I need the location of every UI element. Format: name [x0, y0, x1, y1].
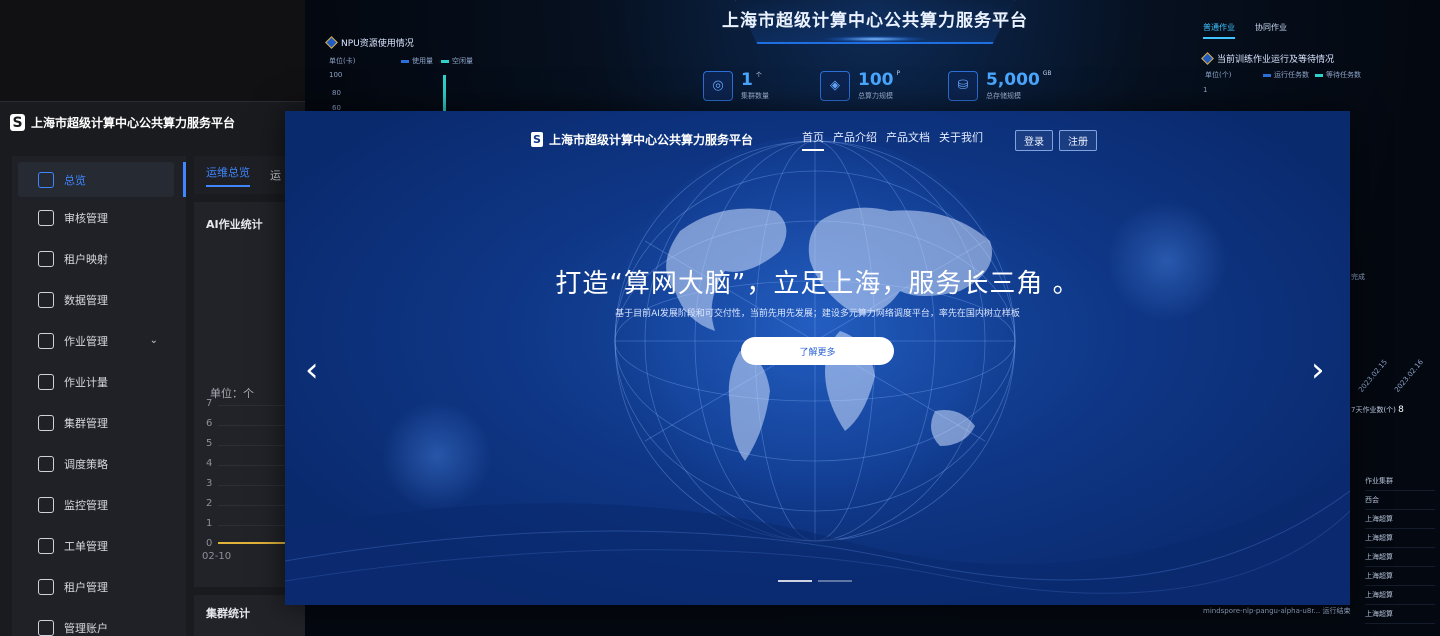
tab-ops-overview[interactable]: 运维总览 — [206, 164, 250, 187]
job-type-tabs: 普通作业 协同作业 — [1203, 22, 1287, 39]
queue-ytick: 1 — [1203, 86, 1208, 94]
dashboard-grid-icon — [38, 171, 54, 188]
queue-unit: 单位(个) — [1205, 71, 1232, 79]
compute-icon: ◈ — [820, 70, 850, 101]
metering-icon — [38, 373, 54, 390]
unit-label: 单位：个 — [210, 387, 254, 400]
sidebar: 总览 审核管理 租户映射 数据管理 作业管理 ⌄ 作业计量 集群管理 调度策略 监… — [12, 156, 186, 636]
diamond-icon — [1201, 52, 1214, 65]
npu-legend-used: 使用量 — [401, 56, 433, 66]
cluster-icon — [38, 414, 54, 431]
sidebar-item-schedule[interactable]: 调度策略 — [12, 443, 186, 484]
x-tick: 02-10 — [202, 551, 232, 562]
sidebar-item-metering[interactable]: 作业计量 — [12, 361, 186, 402]
portal-brand[interactable]: S 上海市超级计算中心公共算力服务平台 — [531, 131, 753, 148]
sidebar-item-cluster[interactable]: 集群管理 — [12, 402, 186, 443]
carousel-next-icon[interactable]: › — [1311, 353, 1329, 387]
carousel-prev-icon[interactable]: ‹ — [305, 353, 323, 387]
portal-nav: S 上海市超级计算中心公共算力服务平台 首页 产品介绍 产品文档 关于我们 登录… — [285, 111, 1350, 161]
card-title: AI作业统计 — [206, 218, 263, 231]
y-tick: 3 — [206, 478, 213, 489]
portal-menu: 首页 产品介绍 产品文档 关于我们 — [802, 129, 983, 151]
hero-subtitle: 基于目前AI发展阶段和可交付性，当前先用先发展；建设多元算力网络调度平台，率先在… — [615, 309, 1020, 319]
kpi-storage: ⛁ 5,000 GB 总存储规模 — [948, 70, 1052, 101]
cluster-column: 作业集群 西会 上海超算 上海超算 上海超算 上海超算 上海超算 上海超算 — [1365, 472, 1435, 624]
admin-console: S 上海市超级计算中心公共算力服务平台 总览 审核管理 租户映射 数据管理 作业… — [0, 101, 308, 636]
hero-headline: 打造“算网大脑”，立足上海，服务长三角 。 — [555, 269, 1080, 299]
sidebar-item-data[interactable]: 数据管理 — [12, 279, 186, 320]
y-tick: 1 — [206, 518, 213, 529]
nav-products[interactable]: 产品介绍 — [833, 129, 877, 151]
tab-normal-jobs[interactable]: 普通作业 — [1203, 22, 1235, 39]
status-fragment: 完成 — [1351, 273, 1365, 281]
ticket-icon — [38, 537, 54, 554]
date-fragment: 2023.02.15 — [1357, 358, 1389, 394]
y-tick: 4 — [206, 458, 213, 469]
sidebar-item-monitor[interactable]: 监控管理 — [12, 484, 186, 525]
sidebar-item-tickets[interactable]: 工单管理 — [12, 525, 186, 566]
card-title: 集群统计 — [206, 607, 250, 620]
tab-next[interactable]: 运 — [270, 167, 281, 183]
carousel-dot[interactable] — [778, 580, 812, 582]
job-icon — [38, 332, 54, 349]
kpi-compute: ◈ 100 P 总算力规模 — [820, 70, 900, 101]
logo-icon: S — [10, 114, 25, 131]
sidebar-item-jobs[interactable]: 作业管理 ⌄ — [12, 320, 186, 361]
y-tick: 7 — [206, 398, 213, 409]
schedule-icon — [38, 455, 54, 472]
register-button[interactable]: 注册 — [1059, 130, 1097, 151]
login-button[interactable]: 登录 — [1015, 130, 1053, 151]
carousel-indicators — [778, 580, 852, 582]
audit-icon — [38, 209, 54, 226]
npu-panel-title: NPU资源使用情况 — [325, 36, 414, 49]
y-tick: 6 — [206, 418, 213, 429]
nav-home[interactable]: 首页 — [802, 129, 824, 151]
npu-legend-free: 空闲量 — [441, 56, 473, 66]
admin-brand: S 上海市超级计算中心公共算力服务平台 — [10, 114, 235, 131]
weekly-jobs-label: 7天作业数(个) 8 — [1351, 405, 1404, 415]
screen: 上海市超级计算中心公共算力服务平台 NPU资源使用情况 单位(卡) 使用量 空闲… — [0, 0, 1440, 636]
sidebar-item-audit[interactable]: 审核管理 — [12, 197, 186, 238]
date-fragment: 2023.02.16 — [1393, 358, 1425, 394]
npu-ytick: 80 — [332, 89, 341, 97]
y-tick: 2 — [206, 498, 213, 509]
sidebar-item-tenant-map[interactable]: 租户映射 — [12, 238, 186, 279]
chevron-down-icon: ⌄ — [149, 335, 158, 346]
cluster-icon: ◎ — [703, 70, 733, 101]
sidebar-item-overview[interactable]: 总览 — [18, 162, 186, 197]
kpi-cluster: ◎ 1个 集群数量 — [703, 70, 769, 101]
logo-icon: S — [531, 132, 543, 147]
queue-legend-waiting: 等待任务数 — [1315, 70, 1361, 80]
sidebar-item-accounts[interactable]: 管理账户 — [12, 607, 186, 636]
y-tick: 0 — [206, 538, 213, 549]
queue-panel-title: 当前训练作业运行及等待情况 — [1201, 52, 1334, 65]
auth-buttons: 登录 注册 — [1015, 130, 1097, 151]
learn-more-button[interactable]: 了解更多 — [741, 337, 894, 365]
tenant-map-icon — [38, 250, 54, 267]
npu-unit: 单位(卡) — [329, 57, 356, 65]
y-tick: 5 — [206, 438, 213, 449]
job-row-fragment: mindspore-nlp-pangu-alpha-u8r... 运行结束 — [1203, 607, 1351, 615]
series-line — [218, 542, 288, 544]
dashboard-title: 上海市超级计算中心公共算力服务平台 — [722, 11, 1028, 31]
account-icon — [38, 619, 54, 636]
carousel-dot[interactable] — [818, 580, 852, 582]
queue-legend-running: 运行任务数 — [1263, 70, 1309, 80]
nav-docs[interactable]: 产品文档 — [886, 129, 930, 151]
tab-collab-jobs[interactable]: 协同作业 — [1255, 22, 1287, 39]
storage-icon: ⛁ — [948, 70, 978, 101]
monitor-icon — [38, 496, 54, 513]
npu-ytick: 100 — [329, 71, 343, 79]
nav-about[interactable]: 关于我们 — [939, 129, 983, 151]
diamond-icon — [325, 36, 338, 49]
data-icon — [38, 291, 54, 308]
tenant-icon — [38, 578, 54, 595]
sidebar-item-tenants[interactable]: 租户管理 — [12, 566, 186, 607]
npu-bar — [443, 75, 446, 111]
portal-window: S 上海市超级计算中心公共算力服务平台 首页 产品介绍 产品文档 关于我们 登录… — [285, 111, 1350, 605]
title-glow — [825, 36, 925, 42]
